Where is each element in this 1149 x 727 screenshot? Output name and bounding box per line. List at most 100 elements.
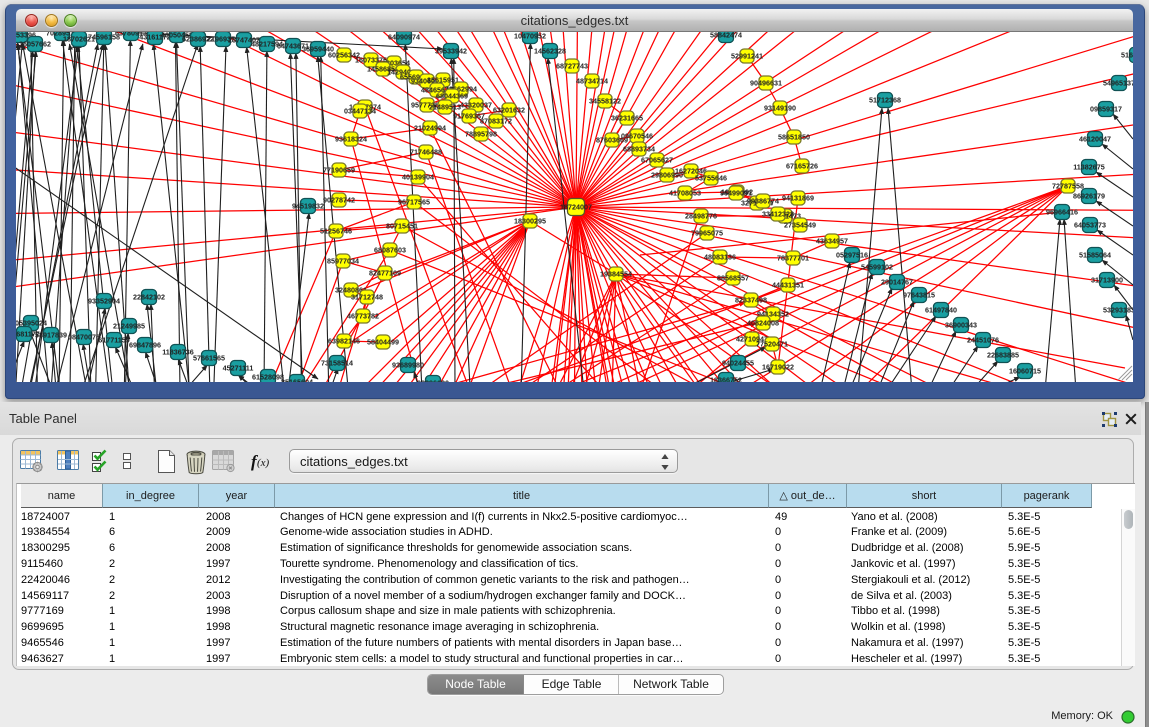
svg-text:96717565: 96717565	[398, 198, 430, 207]
svg-text:22842102: 22842102	[133, 293, 165, 302]
svg-text:54965137: 54965137	[1103, 79, 1133, 88]
svg-text:22683885: 22683885	[987, 351, 1019, 360]
svg-text:18300295: 18300295	[514, 217, 546, 226]
svg-text:63982146: 63982146	[328, 337, 360, 346]
svg-text:16719022: 16719022	[762, 363, 794, 372]
svg-text:93618324: 93618324	[335, 135, 367, 144]
svg-text:33412328: 33412328	[762, 210, 794, 219]
svg-text:28498776: 28498776	[685, 212, 717, 221]
svg-text:19384554: 19384554	[600, 270, 632, 279]
svg-text:96966416: 96966416	[1046, 208, 1078, 217]
svg-text:67065627: 67065627	[641, 156, 673, 165]
svg-text:10470952: 10470952	[514, 32, 546, 41]
svg-text:21249985: 21249985	[113, 322, 145, 331]
svg-text:51256746: 51256746	[320, 227, 352, 236]
svg-text:51604817: 51604817	[1121, 51, 1133, 60]
svg-text:82477109: 82477109	[369, 269, 401, 278]
svg-text:90278742: 90278742	[323, 196, 355, 205]
svg-text:96499091: 96499091	[720, 189, 752, 198]
svg-text:97643815: 97643815	[903, 291, 935, 300]
svg-text:57661565: 57661565	[193, 354, 225, 363]
svg-text:58404499: 58404499	[367, 338, 399, 347]
svg-text:58651850: 58651850	[778, 133, 810, 142]
svg-text:78895798: 78895798	[465, 130, 497, 139]
svg-text:08470076: 08470076	[68, 333, 100, 342]
svg-text:71746488: 71746488	[410, 148, 442, 157]
svg-text:09670546: 09670546	[621, 132, 653, 141]
svg-text:24451076: 24451076	[967, 336, 999, 345]
svg-text:48734714: 48734714	[576, 77, 608, 86]
svg-text:61771159: 61771159	[98, 336, 130, 345]
svg-text:94024455: 94024455	[722, 359, 754, 368]
svg-text:90496631: 90496631	[750, 79, 782, 88]
svg-text:51712368: 51712368	[869, 96, 901, 105]
svg-text:31713900: 31713900	[1091, 276, 1123, 285]
svg-text:99386774: 99386774	[747, 197, 779, 206]
svg-text:11382675: 11382675	[1073, 163, 1105, 172]
svg-text:29014767: 29014767	[881, 278, 913, 287]
svg-text:14562328: 14562328	[534, 47, 566, 56]
svg-text:68087603: 68087603	[374, 246, 406, 255]
svg-text:69847896: 69847896	[129, 341, 161, 350]
svg-text:36231665: 36231665	[611, 114, 643, 123]
svg-text:05297516: 05297516	[836, 251, 868, 260]
svg-text:94131869: 94131869	[782, 194, 814, 203]
svg-text:52991241: 52991241	[731, 52, 763, 61]
svg-text:27354549: 27354549	[784, 221, 816, 230]
svg-text:77520471: 77520471	[756, 340, 788, 349]
svg-text:82337498: 82337498	[735, 296, 767, 305]
svg-text:40824008: 40824008	[747, 319, 779, 328]
svg-text:34558122: 34558122	[589, 97, 621, 106]
svg-text:79965075: 79965075	[691, 229, 723, 238]
svg-text:54599102: 54599102	[861, 263, 893, 272]
svg-text:80715451: 80715451	[386, 222, 418, 231]
svg-text:73158514: 73158514	[321, 359, 353, 368]
svg-text:18366752: 18366752	[710, 376, 742, 383]
svg-text:53755646: 53755646	[695, 174, 727, 183]
svg-text:41708053: 41708053	[669, 189, 701, 198]
svg-text:46120047: 46120047	[1079, 135, 1111, 144]
svg-text:67165726: 67165726	[786, 162, 818, 171]
svg-text:68893734: 68893734	[623, 145, 655, 154]
svg-text:61497840: 61497840	[925, 306, 957, 315]
svg-text:94519832: 94519832	[292, 202, 324, 211]
svg-text:09859317: 09859317	[1090, 105, 1122, 114]
svg-text:36900343: 36900343	[945, 321, 977, 330]
svg-text:78377701: 78377701	[777, 254, 809, 263]
svg-text:45271111: 45271111	[223, 364, 254, 373]
svg-text:51585064: 51585064	[1079, 251, 1111, 260]
svg-text:40139904: 40139904	[402, 173, 434, 182]
svg-text:87083172: 87083172	[480, 117, 512, 126]
svg-text:64090974: 64090974	[388, 33, 420, 42]
svg-text:93352904: 93352904	[88, 297, 120, 306]
svg-text:11836736: 11836736	[162, 348, 194, 357]
svg-text:58842474: 58842474	[710, 32, 742, 40]
svg-text:53293183: 53293183	[1103, 306, 1133, 315]
svg-text:93689980: 93689980	[392, 361, 424, 370]
svg-text:85977034: 85977034	[327, 257, 359, 266]
svg-text:85165604: 85165604	[281, 378, 313, 383]
svg-text:44431351: 44431351	[772, 281, 804, 290]
svg-text:36959440: 36959440	[302, 45, 334, 54]
svg-text:21489513: 21489513	[429, 103, 461, 112]
svg-text:03447134: 03447134	[344, 107, 376, 116]
svg-text:43320037: 43320037	[460, 101, 492, 110]
svg-text:(x): (x)	[257, 457, 270, 469]
svg-text:61528098: 61528098	[252, 373, 284, 382]
svg-text:64053773: 64053773	[1074, 221, 1106, 230]
svg-text:72787558: 72787558	[1052, 182, 1084, 191]
svg-text:46773782: 46773782	[347, 312, 379, 321]
svg-text:36057662: 36057662	[19, 40, 51, 49]
svg-text:48083136: 48083136	[704, 253, 736, 262]
svg-text:21024994: 21024994	[414, 124, 446, 133]
svg-text:16060715: 16060715	[1009, 367, 1041, 376]
svg-text:68044369: 68044369	[436, 92, 468, 101]
svg-text:63201632: 63201632	[493, 106, 525, 115]
svg-text:77190659: 77190659	[323, 166, 355, 175]
svg-text:93149190: 93149190	[764, 104, 796, 113]
svg-text:68727743: 68727743	[556, 62, 588, 71]
svg-text:88568557: 88568557	[717, 274, 749, 283]
svg-text:86926179: 86926179	[1073, 192, 1105, 201]
svg-text:18724007: 18724007	[560, 203, 592, 212]
svg-text:02296120: 02296120	[417, 379, 449, 383]
